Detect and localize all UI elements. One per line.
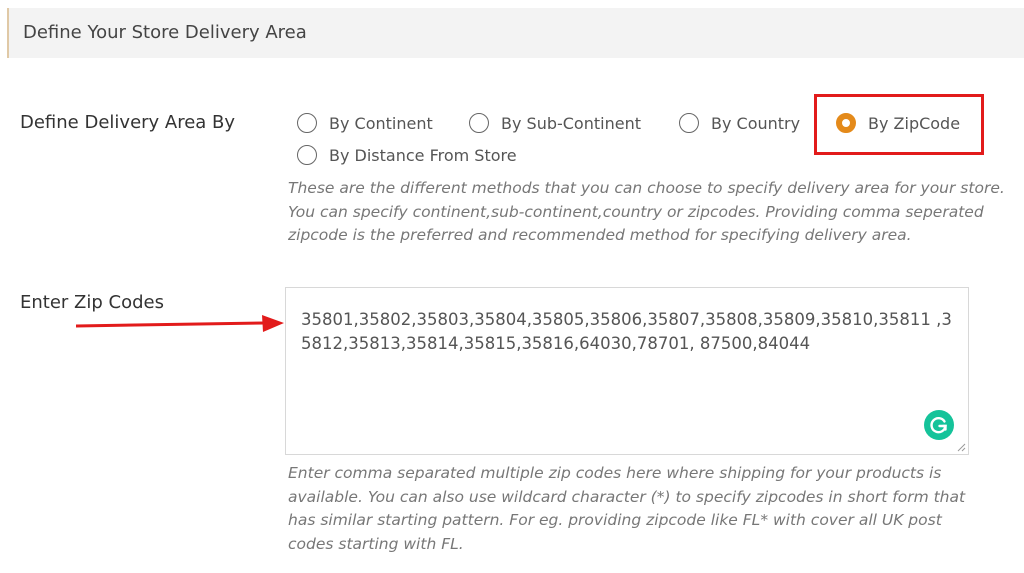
zip-codes-label: Enter Zip Codes [20, 292, 164, 313]
radio-by-distance-from-store[interactable]: By Distance From Store [297, 145, 517, 165]
radio-by-country[interactable]: By Country [679, 113, 800, 133]
zip-codes-textarea[interactable]: 35801,35802,35803,35804,35805,35806,3580… [285, 287, 969, 455]
grammarly-icon[interactable] [924, 410, 954, 440]
radio-label: By Country [711, 113, 801, 133]
delivery-method-help-text: These are the different methods that you… [288, 179, 1005, 244]
radio-circle-icon[interactable] [469, 113, 489, 133]
radio-circle-icon[interactable] [297, 113, 317, 133]
arrow-right-icon [76, 315, 284, 332]
delivery-area-label: Define Delivery Area By [20, 112, 236, 133]
section-title: Define Your Store Delivery Area [23, 22, 307, 43]
radio-label: By Continent [329, 113, 433, 133]
annotation-highlight-box [814, 94, 984, 155]
radio-circle-icon[interactable] [679, 113, 699, 133]
radio-circle-icon[interactable] [297, 145, 317, 165]
radio-by-continent[interactable]: By Continent [297, 113, 433, 133]
zip-codes-value[interactable]: 35801,35802,35803,35804,35805,35806,3580… [301, 308, 961, 356]
resize-handle-icon[interactable] [956, 442, 966, 452]
section-header: Define Your Store Delivery Area [7, 8, 1024, 58]
radio-by-sub-continent[interactable]: By Sub-Continent [469, 113, 641, 133]
radio-label: By Distance From Store [329, 145, 517, 165]
zip-codes-help-text: Enter comma separated multiple zip codes… [288, 464, 966, 553]
radio-label: By Sub-Continent [501, 113, 641, 133]
